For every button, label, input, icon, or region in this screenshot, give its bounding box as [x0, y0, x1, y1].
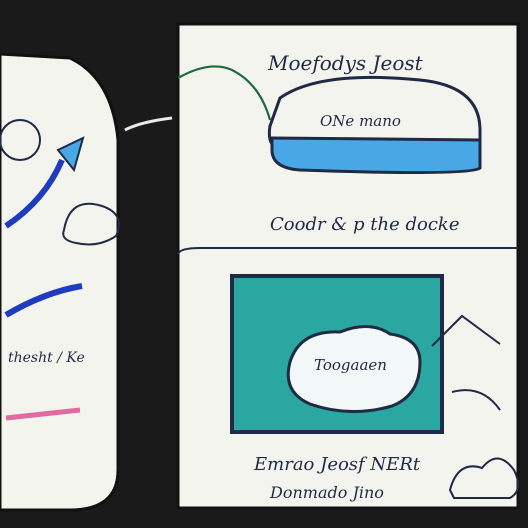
- top-title: Moefodys Jeost: [267, 51, 424, 75]
- top-subtitle: ONe mano: [320, 112, 401, 130]
- sketch-illustration: thesht / Ke Moefodys Jeost ONe mano Cood…: [0, 22, 520, 512]
- left-panel: [0, 52, 120, 512]
- left-note-text: thesht / Ke: [8, 350, 85, 366]
- pill-blue: [270, 136, 482, 175]
- inner-text: Toogaaen: [314, 356, 387, 374]
- top-caption: Coodr & p the docke: [270, 214, 459, 235]
- bottom-caption-1: Emrao Jeosf NERt: [253, 454, 421, 475]
- connector-line: [124, 116, 173, 132]
- bottom-caption-2: Donmado Jino: [269, 483, 384, 502]
- sketch-canvas: thesht / Ke Moefodys Jeost ONe mano Cood…: [0, 0, 528, 528]
